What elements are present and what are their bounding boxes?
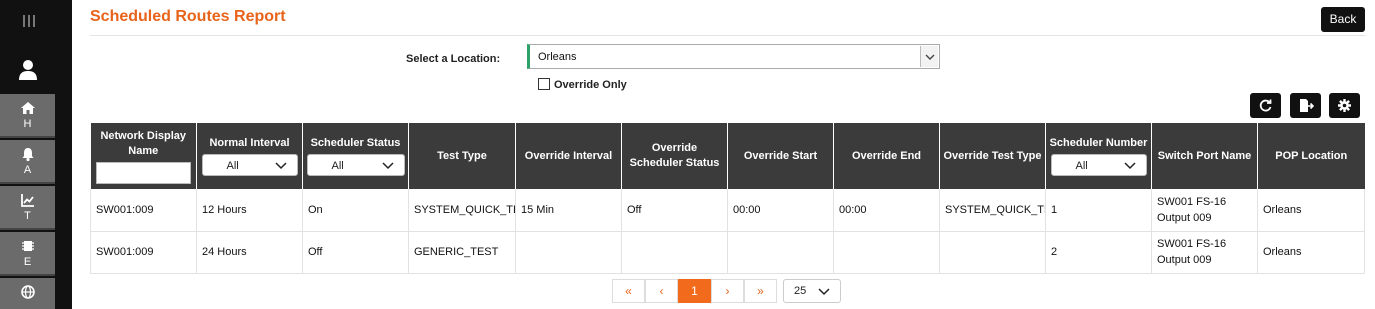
table-cell: 24 Hours xyxy=(196,230,303,274)
column-header[interactable]: Override Start xyxy=(727,123,834,189)
filter-value: All xyxy=(226,160,239,172)
column-header-label: Normal Interval xyxy=(209,137,290,149)
table-cell: SW001 FS-16 Output 009 xyxy=(1151,189,1258,232)
column-header[interactable]: Network Display Name xyxy=(90,123,197,189)
table-row[interactable]: SW001:009 24 Hours Off GENERIC_TEST 2 SW… xyxy=(90,230,1365,274)
scheduler-status-filter-select[interactable]: All xyxy=(306,154,405,176)
gear-icon xyxy=(1338,99,1351,112)
table-cell xyxy=(621,230,728,274)
column-header[interactable]: Override Interval xyxy=(515,123,622,189)
current-page-button[interactable]: 1 xyxy=(678,279,711,303)
column-header-label: Scheduler Status xyxy=(310,137,401,149)
table-cell xyxy=(515,230,622,274)
first-page-button[interactable]: « xyxy=(612,279,645,303)
filter-value: All xyxy=(331,160,344,172)
table-cell xyxy=(727,230,834,274)
scheduler-number-filter-select[interactable]: All xyxy=(1050,154,1147,176)
table-cell: 1 xyxy=(1045,189,1152,232)
column-header[interactable]: POP Location xyxy=(1257,123,1365,189)
user-icon[interactable] xyxy=(17,58,39,82)
bell-icon xyxy=(20,146,36,162)
location-select-value: Orleans xyxy=(538,51,577,63)
divider xyxy=(90,35,1365,36)
prev-page-button[interactable]: ‹ xyxy=(645,279,678,303)
table-cell xyxy=(833,230,940,274)
sidebar-item-home[interactable]: H xyxy=(0,94,55,138)
table-cell: 2 xyxy=(1045,230,1152,274)
network-name-filter-input[interactable] xyxy=(95,161,191,184)
table-cell: SW001 FS-16 Output 009 xyxy=(1151,230,1258,274)
chevron-down-icon xyxy=(818,288,830,296)
sidebar: H A T E xyxy=(0,0,72,309)
chip-icon xyxy=(20,238,36,254)
page-title: Scheduled Routes Report xyxy=(90,8,286,25)
column-header[interactable]: Scheduler Status All xyxy=(302,123,409,189)
table-cell: 00:00 xyxy=(727,189,834,232)
sidebar-item-equipment[interactable]: E xyxy=(0,232,55,276)
chevron-down-icon[interactable] xyxy=(920,46,938,67)
back-button[interactable]: Back xyxy=(1321,7,1365,32)
sidebar-item-label: E xyxy=(23,256,32,268)
trend-chart-icon xyxy=(20,192,36,208)
location-select[interactable]: Orleans xyxy=(527,44,940,69)
override-only-label: Override Only xyxy=(554,79,627,91)
scheduled-routes-table: Network Display Name Normal Interval All… xyxy=(90,123,1365,274)
export-file-icon xyxy=(1300,99,1314,112)
globe-icon xyxy=(20,284,36,300)
table-cell: 12 Hours xyxy=(196,189,303,232)
page-size-value: 25 xyxy=(794,285,807,297)
override-only-checkbox[interactable] xyxy=(538,78,550,90)
sidebar-item-label: A xyxy=(23,164,32,176)
last-page-button[interactable]: » xyxy=(744,279,777,303)
table-cell: SW001:009 xyxy=(90,189,197,232)
column-header[interactable]: Scheduler Number All xyxy=(1045,123,1152,189)
table-cell: SW001:009 xyxy=(90,230,197,274)
table-cell: Orleans xyxy=(1257,230,1365,274)
sidebar-item-label: T xyxy=(24,210,31,222)
filter-value: All xyxy=(1075,160,1088,172)
refresh-button[interactable] xyxy=(1250,93,1281,118)
table-cell: SYSTEM_QUICK_TEST xyxy=(408,189,516,232)
export-button[interactable] xyxy=(1290,93,1321,118)
table-cell xyxy=(939,230,1046,274)
next-page-button[interactable]: › xyxy=(711,279,744,303)
table-cell: GENERIC_TEST xyxy=(408,230,516,274)
chevron-down-icon xyxy=(1123,162,1136,170)
table-cell: 00:00 xyxy=(833,189,940,232)
table-header-row: Network Display Name Normal Interval All… xyxy=(90,123,1365,189)
table-cell: 15 Min xyxy=(515,189,622,232)
location-label: Select a Location: xyxy=(406,53,501,65)
column-header[interactable]: Switch Port Name xyxy=(1151,123,1258,189)
column-header[interactable]: Override End xyxy=(833,123,940,189)
home-icon xyxy=(20,100,36,116)
normal-interval-filter-select[interactable]: All xyxy=(201,154,298,176)
page-size-select[interactable]: 25 xyxy=(783,279,841,303)
table-cell: On xyxy=(302,189,409,232)
table-cell: Off xyxy=(302,230,409,274)
sidebar-item-label: H xyxy=(23,118,32,130)
sidebar-item-alerts[interactable]: A xyxy=(0,140,55,184)
column-header[interactable]: Override Scheduler Status xyxy=(621,123,728,189)
sidebar-item-trends[interactable]: T xyxy=(0,186,55,230)
table-cell: SYSTEM_QUICK_TEST xyxy=(939,189,1046,232)
sidebar-item-network[interactable] xyxy=(0,278,55,309)
column-header[interactable]: Override Test Type xyxy=(939,123,1046,189)
column-header[interactable]: Test Type xyxy=(408,123,516,189)
settings-button[interactable] xyxy=(1329,93,1360,118)
column-header-label: Network Display Name xyxy=(100,129,187,157)
table-cell: Off xyxy=(621,189,728,232)
table-cell: Orleans xyxy=(1257,189,1365,232)
column-header[interactable]: Normal Interval All xyxy=(196,123,303,189)
column-header-label: Scheduler Number xyxy=(1049,137,1148,149)
table-row[interactable]: SW001:009 12 Hours On SYSTEM_QUICK_TEST … xyxy=(90,189,1365,232)
chevron-down-icon xyxy=(381,162,394,170)
app-menu-icon[interactable] xyxy=(20,12,38,30)
refresh-icon xyxy=(1259,99,1272,112)
chevron-down-icon xyxy=(274,162,287,170)
